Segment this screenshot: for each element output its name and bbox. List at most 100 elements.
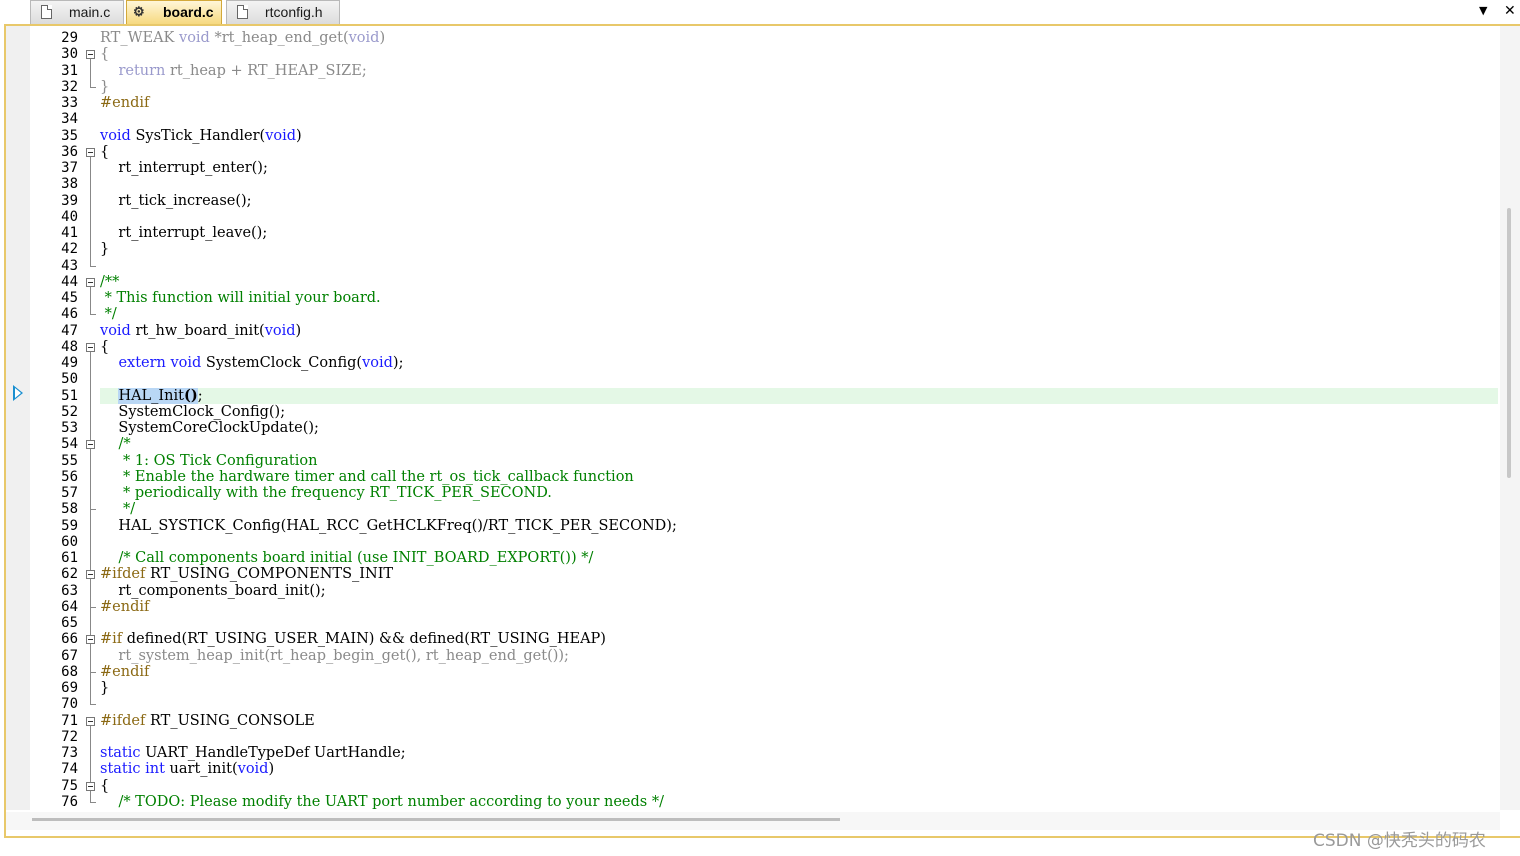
line-number: 48	[61, 338, 78, 355]
tab-label: rtconfig.h	[265, 4, 323, 20]
code-line[interactable]: /* Call components board initial (use IN…	[100, 550, 593, 566]
code-line[interactable]: #if defined(RT_USING_USER_MAIN) && defin…	[100, 631, 606, 647]
tab-board-c[interactable]: ⚙ board.c	[126, 0, 222, 25]
line-number: 39	[61, 192, 78, 209]
breakpoint-gutter[interactable]	[6, 26, 30, 810]
code-line[interactable]: RT_WEAK void *rt_heap_end_get(void)	[100, 30, 385, 46]
line-number: 67	[61, 647, 78, 664]
fold-toggle-icon[interactable]	[86, 570, 95, 580]
line-number: 68	[61, 663, 78, 680]
code-line[interactable]: * 1: OS Tick Configuration	[100, 453, 317, 469]
code-line[interactable]: HAL_Init();	[100, 387, 203, 404]
fold-toggle-icon[interactable]	[86, 635, 95, 645]
code-line[interactable]: #ifdef RT_USING_COMPONENTS_INIT	[100, 566, 393, 582]
line-number: 75	[61, 777, 78, 794]
line-number: 35	[61, 127, 78, 144]
fold-toggle-icon[interactable]	[86, 50, 95, 60]
document-icon	[237, 5, 248, 19]
fold-guide-line	[90, 286, 91, 315]
line-number: 50	[61, 371, 78, 388]
line-number: 64	[61, 598, 78, 615]
line-number: 58	[61, 501, 78, 518]
fold-guide-line	[90, 449, 91, 510]
horizontal-scrollbar[interactable]	[6, 812, 1500, 830]
code-line[interactable]: /* TODO: Please modify the UART port num…	[100, 794, 664, 810]
line-number: 33	[61, 95, 78, 111]
code-line[interactable]: /**	[100, 274, 119, 290]
code-line[interactable]: /*	[100, 436, 130, 452]
line-number: 57	[61, 485, 78, 501]
fold-toggle-icon[interactable]	[86, 781, 95, 791]
line-number: 38	[61, 176, 78, 193]
fold-toggle-icon[interactable]	[86, 342, 95, 352]
code-line[interactable]: {	[100, 46, 109, 62]
code-line[interactable]: {	[100, 339, 109, 355]
fold-end-marker	[90, 704, 96, 706]
code-line[interactable]: rt_interrupt_enter();	[100, 160, 267, 176]
line-number: 66	[61, 631, 78, 648]
code-line[interactable]: }	[100, 680, 109, 696]
code-line[interactable]: {	[100, 144, 109, 160]
code-line[interactable]: SystemCoreClockUpdate();	[100, 420, 318, 436]
line-number: 69	[61, 680, 78, 696]
code-line[interactable]: return rt_heap + RT_HEAP_SIZE;	[100, 63, 366, 79]
line-number: 65	[61, 615, 78, 631]
line-number: 52	[61, 403, 78, 420]
code-line[interactable]: * This function will initial your board.	[100, 290, 381, 306]
line-number: 49	[61, 355, 78, 371]
line-number: 74	[61, 761, 78, 778]
code-line[interactable]: extern void SystemClock_Config(void);	[100, 355, 403, 371]
watermark: CSDN @快秃头的码农	[1313, 831, 1486, 851]
code-line[interactable]: rt_interrupt_leave();	[100, 225, 267, 241]
code-text-area[interactable]	[98, 26, 1500, 810]
code-line[interactable]: static int uart_init(void)	[100, 761, 274, 777]
code-line[interactable]: {	[100, 778, 109, 794]
code-line[interactable]: static UART_HandleTypeDef UartHandle;	[100, 745, 406, 761]
code-line[interactable]: HAL_SYSTICK_Config(HAL_RCC_GetHCLKFreq()…	[100, 518, 676, 534]
horizontal-scrollbar-thumb[interactable]	[32, 818, 840, 821]
gear-document-icon: ⚙	[133, 4, 145, 19]
tab-rtconfig-h[interactable]: rtconfig.h	[226, 0, 340, 24]
code-line[interactable]: #ifdef RT_USING_CONSOLE	[100, 713, 315, 729]
code-line[interactable]: }	[100, 79, 109, 95]
line-number: 72	[61, 728, 78, 745]
code-line[interactable]: #endif	[100, 95, 149, 111]
line-number: 73	[61, 745, 78, 761]
close-tab-icon[interactable]: ✕	[1504, 1, 1516, 21]
code-line[interactable]: rt_system_heap_init(rt_heap_begin_get(),…	[100, 648, 569, 664]
fold-toggle-icon[interactable]	[86, 716, 95, 726]
code-line[interactable]: #endif	[100, 599, 149, 615]
line-number: 70	[61, 696, 78, 713]
code-line[interactable]: SystemClock_Config();	[100, 404, 285, 420]
code-line[interactable]: rt_tick_increase();	[100, 193, 251, 209]
code-line[interactable]: */	[100, 306, 117, 322]
fold-end-marker	[90, 671, 96, 673]
line-number: 44	[61, 273, 78, 290]
code-line[interactable]: */	[100, 501, 135, 517]
tab-label: main.c	[69, 4, 111, 20]
line-number: 63	[61, 582, 78, 599]
tab-list-dropdown-icon[interactable]: ▼	[1479, 1, 1487, 21]
tab-main-c[interactable]: main.c	[30, 0, 124, 24]
line-number: 54	[61, 436, 78, 453]
code-line[interactable]: void rt_hw_board_init(void)	[100, 323, 301, 339]
code-line[interactable]: rt_components_board_init();	[100, 583, 325, 599]
fold-end-marker	[90, 509, 96, 511]
line-number: 71	[61, 712, 78, 729]
line-number: 40	[61, 208, 78, 225]
code-line[interactable]: * Enable the hardware timer and call the…	[100, 469, 634, 485]
line-number: 47	[61, 322, 78, 339]
vertical-scrollbar-thumb[interactable]	[1507, 208, 1511, 478]
fold-toggle-icon[interactable]	[86, 147, 95, 157]
code-line[interactable]: }	[100, 241, 109, 257]
current-line-highlight	[100, 387, 1498, 404]
code-line[interactable]: * periodically with the frequency RT_TIC…	[100, 485, 552, 501]
line-number: 34	[61, 111, 78, 128]
tab-label: board.c	[163, 4, 214, 20]
fold-end-marker	[90, 606, 96, 608]
code-line[interactable]: void SysTick_Handler(void)	[100, 128, 302, 144]
document-icon	[41, 5, 52, 19]
code-line[interactable]: #endif	[100, 664, 149, 680]
fold-toggle-icon[interactable]	[86, 440, 95, 450]
fold-toggle-icon[interactable]	[86, 277, 95, 287]
